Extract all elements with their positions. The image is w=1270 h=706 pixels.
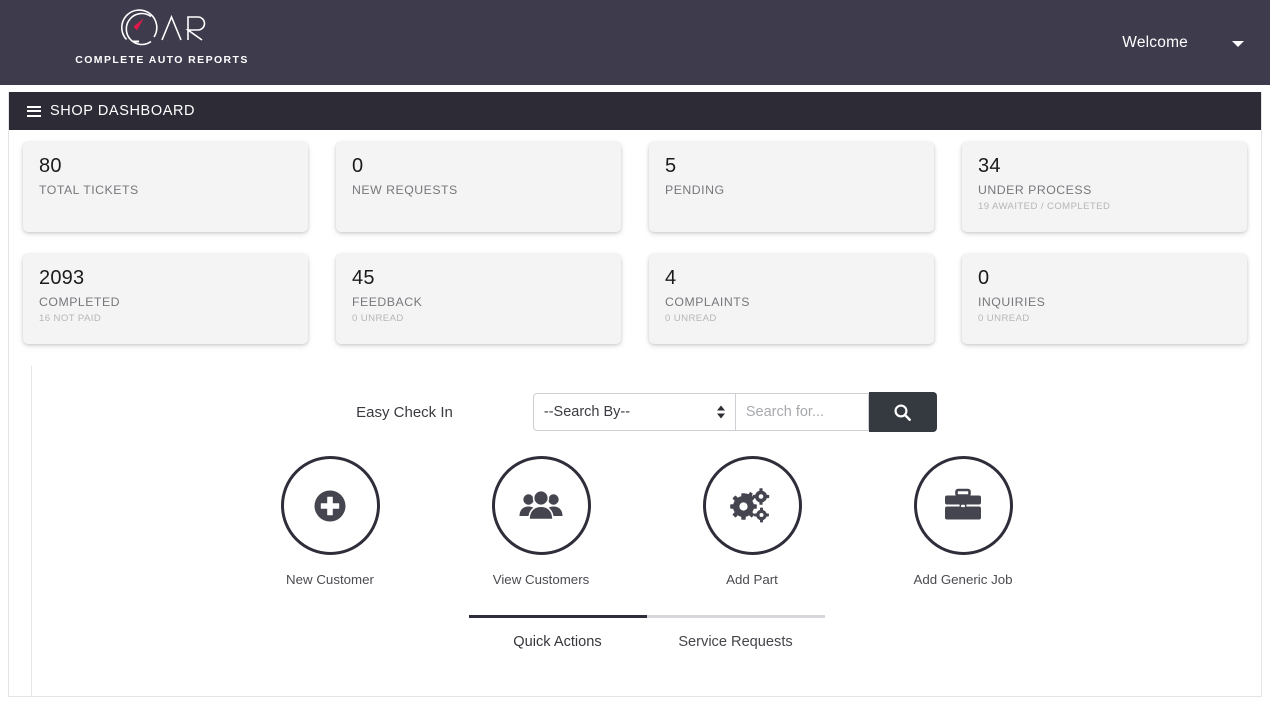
- gears-icon: [730, 487, 770, 522]
- stat-sublabel: 16 NOT PAID: [39, 313, 102, 324]
- stat-value: 45: [352, 267, 375, 289]
- stat-card-completed[interactable]: 2093 COMPLETED 16 NOT PAID: [23, 254, 308, 344]
- stat-card-new-requests[interactable]: 0 NEW REQUESTS: [336, 142, 621, 232]
- chevron-down-icon[interactable]: [1232, 40, 1244, 47]
- stat-label: COMPLETED: [39, 295, 121, 309]
- stat-value: 0: [978, 267, 990, 289]
- quick-action-list: New Customer View Customers Add Part Add…: [32, 456, 1261, 587]
- action-add-generic-job[interactable]: Add Generic Job: [913, 456, 1013, 587]
- quick-actions-section: Easy Check In --Search By-- Search for..…: [31, 366, 1261, 696]
- action-circle[interactable]: [913, 456, 1013, 555]
- action-label: Add Generic Job: [913, 572, 1013, 587]
- car-logo-icon: [120, 9, 206, 46]
- stat-value: 34: [978, 155, 1001, 177]
- bottom-tabs: Quick Actions Service Requests: [32, 615, 1261, 650]
- action-circle[interactable]: [491, 456, 591, 555]
- stat-sublabel: 0 UNREAD: [352, 313, 404, 324]
- stat-value: 0: [352, 155, 364, 177]
- stat-label: COMPLAINTS: [665, 295, 750, 309]
- stat-sublabel: 0 UNREAD: [665, 313, 717, 324]
- stat-value: 4: [665, 267, 677, 289]
- briefcase-icon: [945, 488, 981, 519]
- search-button[interactable]: [868, 392, 937, 432]
- hamburger-icon[interactable]: [27, 105, 41, 117]
- user-menu[interactable]: Welcome: [1122, 0, 1244, 85]
- action-label: Add Part: [726, 572, 778, 587]
- stat-sublabel: 19 AWAITED / COMPLETED: [978, 201, 1111, 212]
- search-by-select[interactable]: --Search By--: [532, 393, 736, 431]
- search-icon: [894, 403, 912, 421]
- stat-value: 5: [665, 155, 677, 177]
- action-add-part[interactable]: Add Part: [702, 456, 802, 587]
- page-title: SHOP DASHBOARD: [50, 103, 196, 119]
- stat-card-pending[interactable]: 5 PENDING: [649, 142, 934, 232]
- stat-cards-area: 80 TOTAL TICKETS 0 NEW REQUESTS 5 PENDIN…: [9, 130, 1261, 344]
- stat-card-inquiries[interactable]: 0 INQUIRIES 0 UNREAD: [962, 254, 1247, 344]
- search-input[interactable]: [735, 393, 869, 431]
- app-header: COMPLETE AUTO REPORTS Welcome: [0, 0, 1270, 85]
- stat-card-total-tickets[interactable]: 80 TOTAL TICKETS: [23, 142, 308, 232]
- stat-card-row-2: 2093 COMPLETED 16 NOT PAID 45 FEEDBACK 0…: [23, 254, 1247, 344]
- tab-quick-actions[interactable]: Quick Actions: [468, 615, 647, 650]
- action-circle[interactable]: [280, 456, 380, 555]
- stat-value: 2093: [39, 267, 85, 289]
- stat-card-feedback[interactable]: 45 FEEDBACK 0 UNREAD: [336, 254, 621, 344]
- stat-card-complaints[interactable]: 4 COMPLAINTS 0 UNREAD: [649, 254, 934, 344]
- stat-label: TOTAL TICKETS: [39, 183, 139, 197]
- easy-check-in-row: Easy Check In --Search By--: [32, 366, 1261, 432]
- users-icon: [519, 489, 563, 520]
- stat-label: NEW REQUESTS: [352, 183, 458, 197]
- tab-service-requests[interactable]: Service Requests: [646, 615, 825, 650]
- select-arrows-icon: [716, 405, 725, 419]
- action-view-customers[interactable]: View Customers: [491, 456, 591, 587]
- stat-label: FEEDBACK: [352, 295, 423, 309]
- dashboard-panel: SHOP DASHBOARD 80 TOTAL TICKETS 0 NEW RE…: [8, 92, 1262, 697]
- action-new-customer[interactable]: New Customer: [280, 456, 380, 587]
- search-by-select-value: --Search By--: [543, 404, 631, 420]
- stat-sublabel: 0 UNREAD: [978, 313, 1030, 324]
- brand-tagline: COMPLETE AUTO REPORTS: [75, 54, 249, 66]
- plus-circle-icon: [314, 490, 346, 521]
- easy-check-in-label: Easy Check In: [356, 403, 453, 421]
- stat-label: UNDER PROCESS: [978, 183, 1092, 197]
- brand-logo-block[interactable]: COMPLETE AUTO REPORTS: [62, 6, 262, 66]
- welcome-label: Welcome: [1122, 33, 1188, 51]
- shop-dashboard-bar: SHOP DASHBOARD: [9, 92, 1261, 130]
- action-label: View Customers: [492, 572, 590, 587]
- stat-card-under-process[interactable]: 34 UNDER PROCESS 19 AWAITED / COMPLETED: [962, 142, 1247, 232]
- action-circle[interactable]: [702, 456, 802, 555]
- stat-value: 80: [39, 155, 62, 177]
- stat-card-row-1: 80 TOTAL TICKETS 0 NEW REQUESTS 5 PENDIN…: [23, 142, 1247, 232]
- action-label: New Customer: [286, 572, 374, 587]
- stat-label: INQUIRIES: [978, 295, 1046, 309]
- stat-label: PENDING: [665, 183, 725, 197]
